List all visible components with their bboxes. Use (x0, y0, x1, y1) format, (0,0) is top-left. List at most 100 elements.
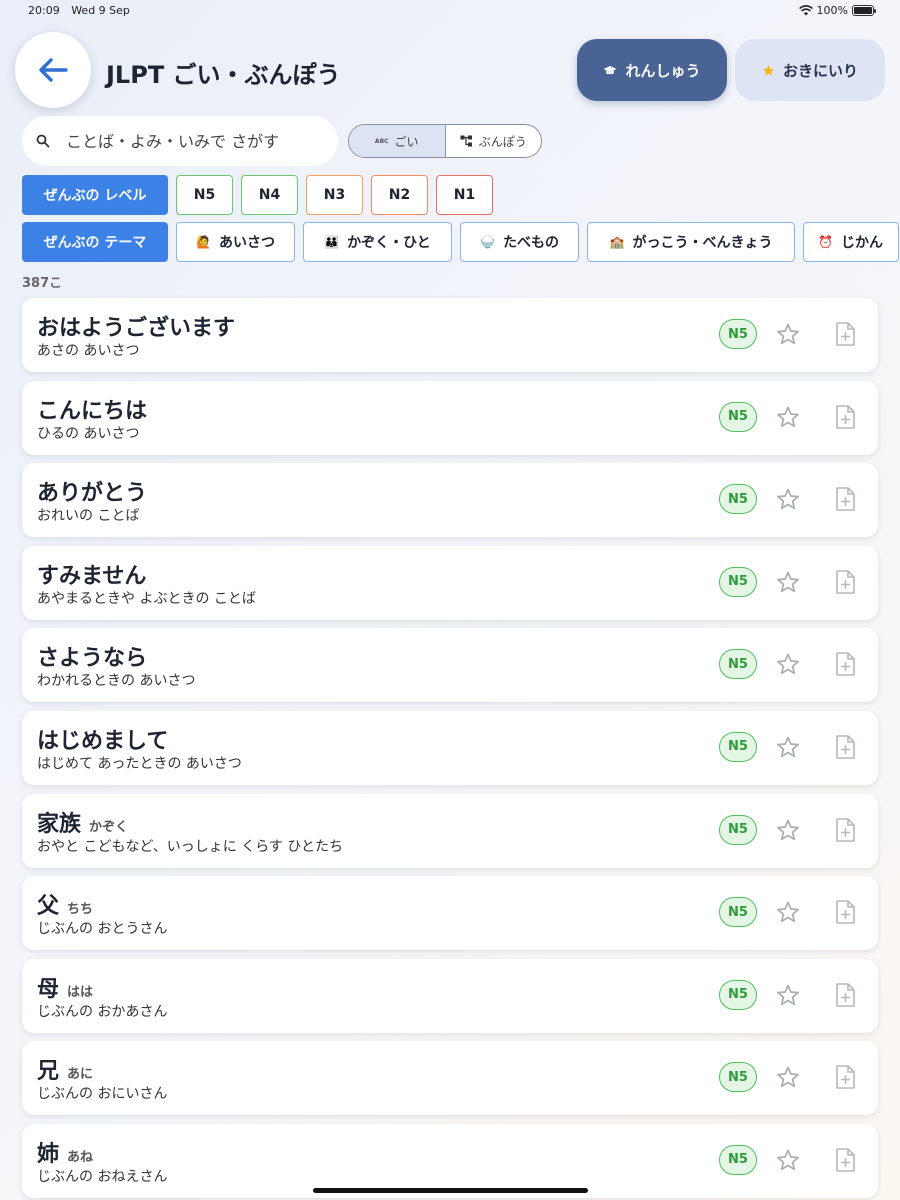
level-badge: N5 (719, 897, 757, 928)
entry-word: すみません (37, 563, 147, 589)
add-note-icon[interactable] (835, 982, 855, 1007)
list-item[interactable]: 家族 かぞく おやと こどもなど、いっしょに くらす ひとたち N5 (22, 793, 878, 868)
entry-meaning: じぶんの おかあさん (37, 1003, 168, 1020)
theme-chip-label: あいさつ (218, 235, 275, 251)
entry-word: 家族 かぞく (37, 811, 129, 837)
diagram-icon (460, 135, 472, 147)
list-item[interactable]: さようなら わかれるときの あいさつ N5 (22, 628, 878, 703)
status-time: 20:09 (28, 4, 60, 17)
search-bar[interactable] (22, 116, 338, 166)
add-note-icon[interactable] (835, 817, 855, 842)
entry-meaning: おやと こどもなど、いっしょに くらす ひとたち (37, 838, 343, 855)
entry-meaning: ひるの あいさつ (37, 425, 140, 442)
segment-vocab-label: ごい (394, 134, 419, 149)
list-item[interactable]: すみません あやまるときや よぶときの ことば N5 (22, 545, 878, 620)
school-icon: 🏫 (609, 235, 625, 249)
segment-grammar[interactable]: ぶんぽう (446, 125, 542, 157)
add-note-icon[interactable] (835, 404, 855, 429)
practice-button[interactable]: れんしゅう (577, 39, 727, 101)
favorites-label: おきにいり (782, 61, 858, 80)
theme-filter-row: ぜんぶの テーマ 🙋 あいさつ 👪 かぞく・ひと 🍚 たべもの 🏫 がっこう・べ… (22, 222, 899, 262)
list-item[interactable]: はじめまして はじめて あったときの あいさつ N5 (22, 710, 878, 785)
theme-chip-label: がっこう・べんきょう (632, 235, 773, 251)
theme-chip-greetings[interactable]: 🙋 あいさつ (176, 222, 295, 262)
theme-chip-food[interactable]: 🍚 たべもの (460, 222, 579, 262)
add-note-icon[interactable] (835, 569, 855, 594)
search-icon (36, 134, 50, 148)
add-note-icon[interactable] (835, 487, 855, 511)
level-badge: N5 (719, 1144, 757, 1175)
entry-word: こんにちは (37, 398, 148, 424)
entry-word: 父ちち (37, 894, 94, 920)
level-chip-n3[interactable]: N3 (306, 175, 363, 215)
list-item[interactable]: ありがとう おれいの ことば N5 (22, 463, 878, 538)
add-note-icon[interactable] (835, 1148, 855, 1172)
mode-segmented-control: ABC ごい ぶんぽう (348, 124, 542, 158)
segment-vocab[interactable]: ABC ごい (349, 125, 446, 157)
star-outline-icon[interactable] (776, 818, 800, 842)
entry-meaning: じぶんの おにいさん (37, 1086, 168, 1103)
home-indicator[interactable] (313, 1188, 588, 1193)
level-badge: N5 (719, 566, 757, 597)
theme-chip-school[interactable]: 🏫 がっこう・べんきょう (587, 222, 795, 262)
star-outline-icon[interactable] (776, 1065, 800, 1089)
star-outline-icon[interactable] (776, 900, 800, 924)
battery-icon (852, 5, 876, 16)
level-chip-n5[interactable]: N5 (176, 175, 233, 215)
level-badge: N5 (719, 484, 757, 515)
battery-percent: 100% (816, 4, 848, 17)
add-note-icon[interactable] (835, 900, 855, 924)
result-count: 387こ (22, 276, 63, 291)
theme-chip-label: かぞく・ひと (347, 235, 431, 251)
list-item[interactable]: 父ちち じぶんの おとうさん N5 (22, 876, 878, 951)
raising-hand-icon: 🙋 (196, 235, 211, 249)
arrow-left-icon (39, 58, 68, 82)
star-outline-icon[interactable] (776, 983, 800, 1007)
add-note-icon[interactable] (835, 1065, 855, 1090)
entry-reading: あね (67, 1149, 94, 1165)
back-button[interactable] (15, 32, 91, 108)
entry-word: 兄あに (37, 1059, 94, 1085)
star-outline-icon[interactable] (776, 652, 800, 676)
list-item[interactable]: おはようございます あさの あいさつ N5 (22, 298, 878, 372)
favorites-button[interactable]: おきにいり (735, 39, 885, 101)
add-note-icon[interactable] (835, 735, 855, 759)
list-item[interactable]: 姉あね じぶんの おねえさん N5 (22, 1123, 878, 1198)
theme-chip-time[interactable]: ⏰ じかん (803, 222, 899, 262)
level-badge: N5 (719, 979, 757, 1010)
level-badge: N5 (719, 401, 757, 432)
entry-word: はじめまして (37, 728, 169, 754)
entry-word: 母はは (37, 976, 94, 1002)
search-input[interactable] (66, 131, 316, 151)
entry-reading: ちち (67, 902, 94, 918)
alarm-clock-icon: ⏰ (818, 235, 833, 249)
entry-reading: かぞく (89, 819, 129, 835)
star-outline-icon[interactable] (776, 570, 800, 594)
star-icon (762, 64, 775, 76)
entry-meaning: あやまるときや よぶときの ことば (37, 590, 256, 607)
entry-word: おはようございます (37, 316, 236, 341)
theme-chip-all[interactable]: ぜんぶの テーマ (22, 222, 168, 262)
level-chip-all[interactable]: ぜんぶの レベル (22, 175, 168, 215)
star-outline-icon[interactable] (776, 322, 800, 346)
level-chip-n4[interactable]: N4 (241, 175, 298, 215)
theme-chip-family[interactable]: 👪 かぞく・ひと (303, 222, 452, 262)
add-note-icon[interactable] (835, 652, 855, 677)
rice-icon: 🍚 (480, 235, 495, 249)
list-item[interactable]: こんにちは ひるの あいさつ N5 (22, 380, 878, 455)
star-outline-icon[interactable] (776, 735, 800, 759)
level-badge: N5 (719, 731, 757, 762)
star-outline-icon[interactable] (776, 487, 800, 511)
entry-meaning: あさの あいさつ (37, 343, 140, 359)
list-item[interactable]: 母はは じぶんの おかあさん N5 (22, 958, 878, 1033)
level-chip-n1[interactable]: N1 (436, 175, 493, 215)
level-chip-n2[interactable]: N2 (371, 175, 428, 215)
star-outline-icon[interactable] (776, 1148, 800, 1172)
list-item[interactable]: 兄あに じぶんの おにいさん N5 (22, 1041, 878, 1116)
star-outline-icon[interactable] (776, 405, 800, 429)
level-badge: N5 (719, 814, 757, 845)
add-note-icon[interactable] (835, 322, 855, 346)
level-badge: N5 (719, 1062, 757, 1093)
entry-meaning: おれいの ことば (37, 508, 140, 525)
vocab-list: おはようございます あさの あいさつ N5 こんにちは ひるの あいさつ N5 … (22, 298, 878, 1200)
